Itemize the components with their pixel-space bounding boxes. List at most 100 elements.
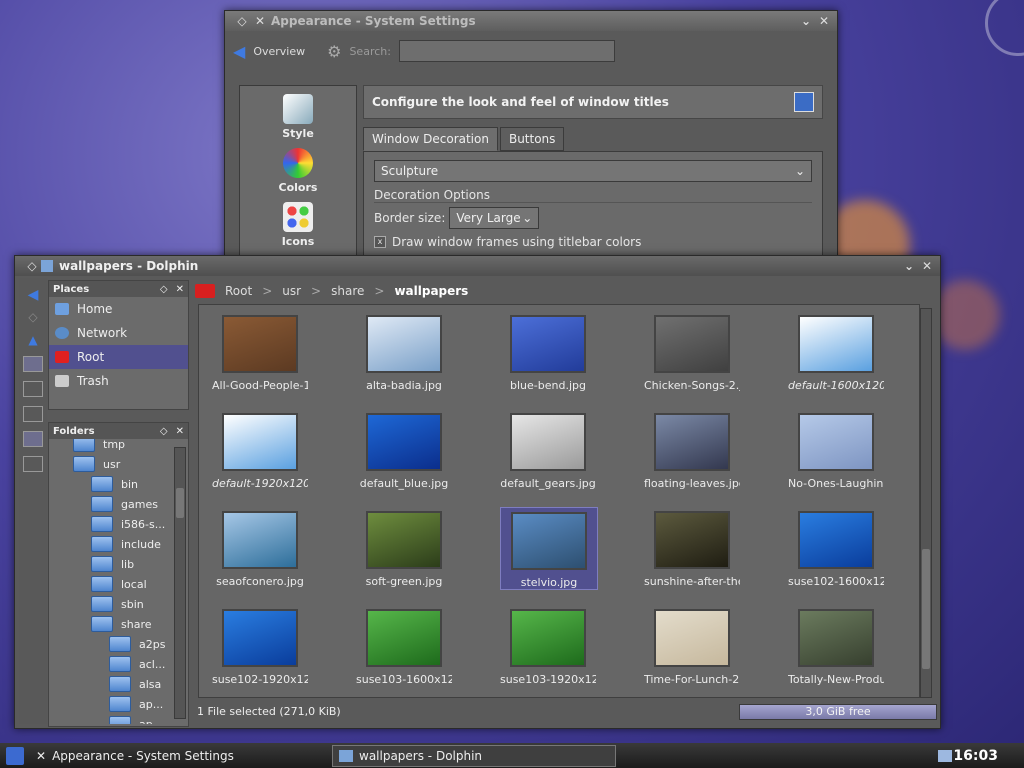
home-icon (55, 303, 69, 315)
taskbar-item-system-settings[interactable]: ✕ Appearance - System Settings (30, 746, 312, 766)
folders-scrollbar[interactable] (174, 447, 186, 719)
folder-icon (91, 576, 113, 592)
root-folder-icon (55, 351, 69, 363)
system-settings-titlebar[interactable]: ◇ ✕ Appearance - System Settings ⌄ ✕ (225, 11, 837, 31)
clock[interactable]: 16:03 (953, 748, 998, 764)
details-view-icon[interactable] (23, 381, 43, 397)
scroll-thumb[interactable] (922, 549, 930, 669)
preview-icon[interactable] (23, 431, 43, 447)
folder-icon (91, 536, 113, 552)
back-icon[interactable]: ◀ (24, 287, 42, 303)
category-colors[interactable]: Colors (240, 148, 356, 194)
file-view-scrollbar[interactable] (920, 308, 932, 698)
place-network[interactable]: Network (49, 321, 188, 345)
place-trash[interactable]: Trash (49, 369, 188, 393)
trash-icon (55, 375, 69, 387)
close-icon[interactable]: ✕ (817, 14, 831, 28)
folder-icon (109, 656, 131, 672)
dolphin-titlebar[interactable]: ◇ wallpapers - Dolphin ⌄ ✕ (15, 256, 940, 276)
folder-icon (91, 616, 113, 632)
search-label: Search: (349, 44, 391, 58)
border-size-select[interactable]: Very Large ⌄ (449, 207, 540, 229)
file-item[interactable]: default_blue.jpg (356, 409, 452, 490)
scroll-thumb[interactable] (176, 488, 184, 518)
file-item[interactable]: stelvio.jpg (500, 507, 598, 590)
system-settings-window: ◇ ✕ Appearance - System Settings ⌄ ✕ ◀ O… (224, 10, 838, 262)
folder-tree-item[interactable]: a2ps (109, 635, 165, 653)
file-item[interactable]: floating-leaves.jpg (644, 409, 740, 490)
file-item[interactable]: Chicken-Songs-2.jpg (644, 311, 740, 392)
file-item[interactable]: default-1600x1200... (788, 311, 884, 392)
close-icon[interactable]: ✕ (920, 259, 934, 273)
split-icon[interactable] (23, 456, 43, 472)
folder-tree-item[interactable]: sbin (91, 595, 144, 613)
up-icon[interactable]: ▲ (24, 333, 42, 347)
taskbar-item-dolphin[interactable]: wallpapers - Dolphin (332, 744, 616, 767)
file-item[interactable]: suse103-1920x12... (500, 605, 596, 686)
forward-icon[interactable]: ◇ (24, 310, 42, 324)
breadcrumb-usr[interactable]: usr (282, 284, 301, 298)
back-arrow-icon[interactable]: ◀ (233, 42, 245, 61)
folder-tree-item[interactable]: games (91, 495, 158, 513)
icons-view-icon[interactable] (23, 356, 43, 372)
taskbar: ✕ Appearance - System Settings wallpaper… (0, 743, 1024, 768)
file-item[interactable]: seaofconero.jpg (212, 507, 308, 588)
search-input[interactable] (398, 40, 615, 62)
category-style[interactable]: Style (240, 94, 356, 140)
file-item[interactable]: soft-green.jpg (356, 507, 452, 588)
place-root[interactable]: Root (49, 345, 188, 369)
breadcrumb-wallpapers[interactable]: wallpapers (394, 284, 468, 298)
breadcrumb-share[interactable]: share (331, 284, 364, 298)
file-item[interactable]: default-1920x1200... (212, 409, 308, 490)
thumbnail-image (366, 511, 442, 569)
file-item[interactable]: default_gears.jpg (500, 409, 596, 490)
free-space-bar: 3,0 GiB free (739, 704, 937, 720)
tab-window-decoration[interactable]: Window Decoration (363, 127, 498, 151)
file-item[interactable]: suse103-1600x12... (356, 605, 452, 686)
window-menu-icon[interactable]: ◇ (235, 14, 249, 28)
file-item[interactable]: Totally-New-Produ... (788, 605, 884, 686)
draw-frames-checkbox[interactable]: x (374, 236, 386, 248)
file-item[interactable]: All-Good-People-1... (212, 311, 308, 392)
tab-buttons[interactable]: Buttons (499, 127, 565, 151)
kde-menu-icon[interactable] (6, 746, 24, 765)
folder-tree-item[interactable]: lib (91, 555, 134, 573)
file-item[interactable]: sunshine-after-the-... (644, 507, 740, 588)
float-icon[interactable]: ◇ (160, 284, 168, 295)
category-icons[interactable]: Icons (240, 202, 356, 248)
close-icon[interactable]: ✕ (176, 284, 184, 295)
decoration-select[interactable]: Sculpture ⌄ (374, 160, 812, 182)
overview-button[interactable]: Overview (253, 45, 305, 58)
folder-tree-item[interactable]: local (91, 575, 147, 593)
network-tray-icon[interactable] (938, 749, 952, 762)
file-item[interactable]: No-Ones-Laughin... (788, 409, 884, 490)
folder-tree-item[interactable]: ap (109, 715, 153, 724)
float-icon[interactable]: ◇ (160, 426, 168, 437)
breadcrumb-root[interactable]: Root (225, 284, 252, 298)
file-item[interactable]: alta-badia.jpg (356, 311, 452, 392)
minimize-icon[interactable]: ⌄ (799, 14, 813, 28)
file-item[interactable]: blue-bend.jpg (500, 311, 596, 392)
minimize-icon[interactable]: ⌄ (902, 259, 916, 273)
places-title: Places (53, 283, 90, 295)
folder-tree-item[interactable]: bin (91, 475, 138, 493)
file-item[interactable]: suse102-1920x12... (212, 605, 308, 686)
folder-tree-item[interactable]: share (91, 615, 152, 633)
thumbnail-image (654, 511, 730, 569)
folder-tree-item[interactable]: usr (73, 455, 120, 473)
window-menu-icon[interactable]: ◇ (25, 259, 39, 273)
folder-tree-item[interactable]: include (91, 535, 161, 553)
folder-tree-item[interactable]: acl... (109, 655, 165, 673)
folder-tree-item[interactable]: tmp (73, 439, 125, 453)
place-home[interactable]: Home (49, 297, 188, 321)
colors-icon (283, 148, 313, 178)
folder-tree-item[interactable]: ap... (109, 695, 163, 713)
folder-tree-item[interactable]: i586-s... (91, 515, 165, 533)
thumbnail-image (222, 511, 298, 569)
folder-tree-item[interactable]: alsa (109, 675, 161, 693)
columns-view-icon[interactable] (23, 406, 43, 422)
close-icon[interactable]: ✕ (176, 426, 184, 437)
file-item[interactable]: Time-For-Lunch-2.... (644, 605, 740, 686)
folder-icon (73, 456, 95, 472)
file-item[interactable]: suse102-1600x12... (788, 507, 884, 588)
